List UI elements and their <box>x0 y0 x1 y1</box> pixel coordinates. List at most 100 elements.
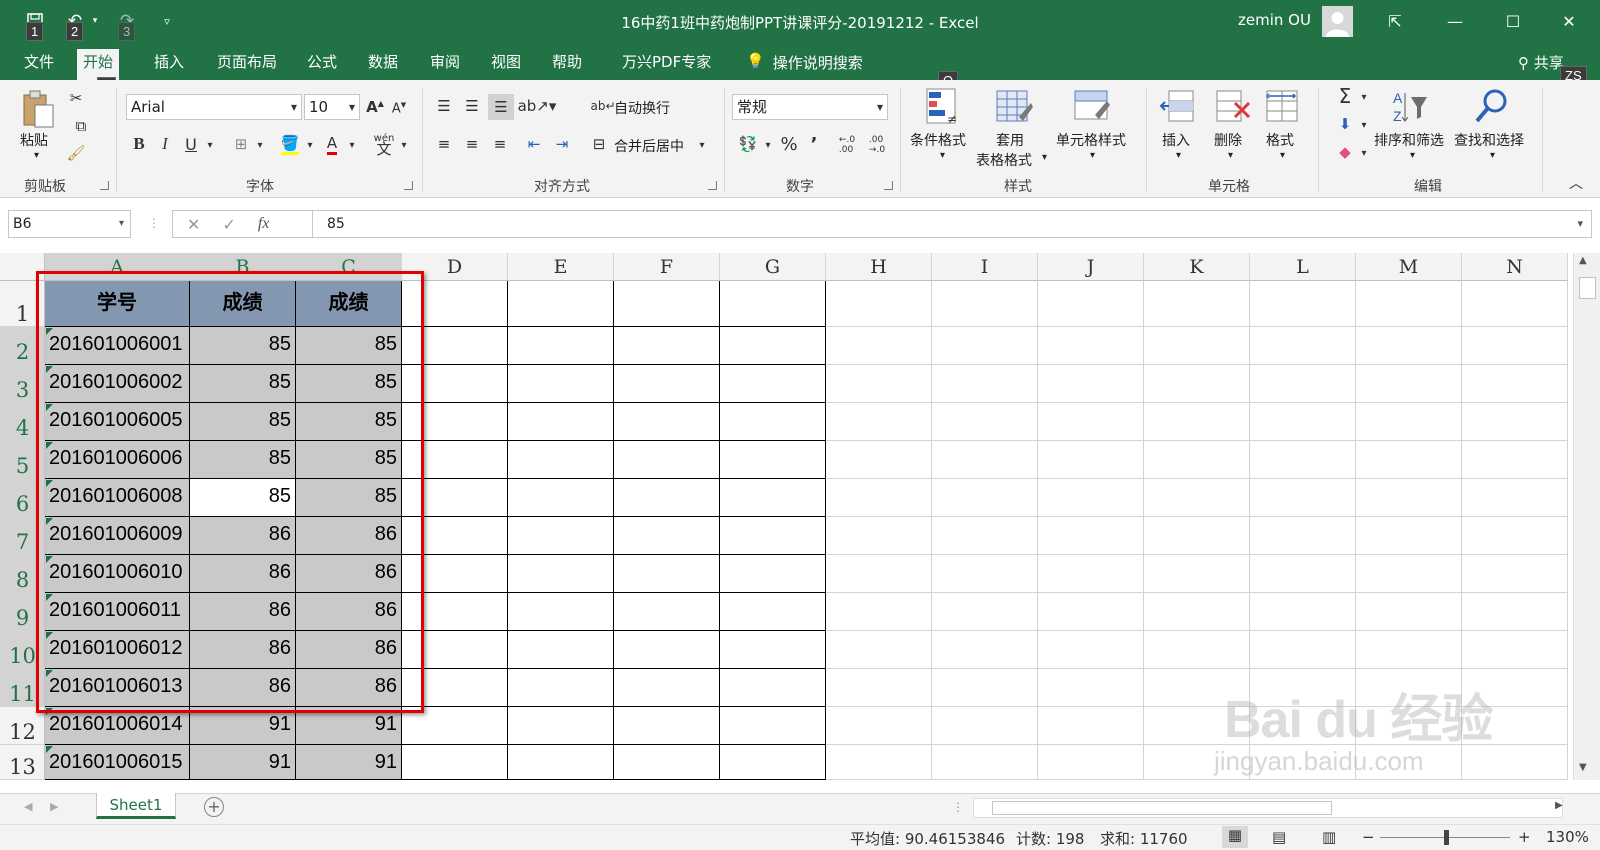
borders-dropdown[interactable]: ▾ <box>254 136 266 154</box>
column-header-d[interactable]: D <box>402 253 508 281</box>
prev-sheet-button[interactable]: ◀ <box>24 800 32 813</box>
avatar[interactable] <box>1322 6 1353 37</box>
cell-d10[interactable] <box>402 631 508 669</box>
customize-qat-button[interactable]: ▿ <box>154 8 180 34</box>
font-color-dropdown[interactable]: ▾ <box>346 136 358 154</box>
cell-h5[interactable] <box>826 441 932 479</box>
column-header-k[interactable]: K <box>1144 253 1250 281</box>
cell-m3[interactable] <box>1356 365 1462 403</box>
align-right-button[interactable]: ≡ <box>488 132 512 156</box>
phonetic-button[interactable]: wén 文 <box>370 130 398 158</box>
row-header[interactable]: 10 <box>0 631 45 669</box>
cell-g2[interactable] <box>720 327 826 365</box>
cell-c11[interactable]: 86 <box>296 669 402 707</box>
bold-button[interactable]: B <box>128 132 150 156</box>
cell-c5[interactable]: 85 <box>296 441 402 479</box>
column-header-g[interactable]: G <box>720 253 826 281</box>
redo-button[interactable]: ↷ 3 <box>114 8 140 41</box>
percent-button[interactable]: % <box>778 132 800 156</box>
row-header[interactable]: 8 <box>0 555 45 593</box>
cell-i3[interactable] <box>932 365 1038 403</box>
cell-c2[interactable]: 85 <box>296 327 402 365</box>
font-launcher[interactable] <box>404 181 413 190</box>
cell-k7[interactable] <box>1144 517 1250 555</box>
cell-c4[interactable]: 85 <box>296 403 402 441</box>
insert-cells-button[interactable]: 插入 <box>1162 130 1190 150</box>
cell-e5[interactable] <box>508 441 614 479</box>
tab-splitter[interactable]: ⋮ <box>952 800 964 814</box>
cell-h4[interactable] <box>826 403 932 441</box>
cell-g10[interactable] <box>720 631 826 669</box>
format-as-table-button-line1[interactable]: 套用 <box>996 130 1024 150</box>
column-header-f[interactable]: F <box>614 253 720 281</box>
orientation-button[interactable]: ab↗▾ <box>518 94 557 118</box>
cell-g12[interactable] <box>720 707 826 745</box>
row-header[interactable]: 12 <box>0 707 45 745</box>
cell-d4[interactable] <box>402 403 508 441</box>
expand-formula-icon[interactable]: ▾ <box>1577 211 1583 237</box>
cell-f11[interactable] <box>614 669 720 707</box>
cell-m8[interactable] <box>1356 555 1462 593</box>
cell-e8[interactable] <box>508 555 614 593</box>
cell-h13[interactable] <box>826 745 932 780</box>
user-name[interactable]: zemin OU <box>1238 11 1311 29</box>
cell-c12[interactable]: 91 <box>296 707 402 745</box>
cell-j12[interactable] <box>1038 707 1144 745</box>
cell-f6[interactable] <box>614 479 720 517</box>
zoom-in-button[interactable]: + <box>1518 828 1531 846</box>
merge-center-button[interactable]: 合并后居中 <box>614 136 684 156</box>
autosum-dropdown[interactable]: ▾ <box>1358 88 1370 106</box>
cell-l10[interactable] <box>1250 631 1356 669</box>
cell-g13[interactable] <box>720 745 826 780</box>
cell-h2[interactable] <box>826 327 932 365</box>
select-all-button[interactable] <box>0 253 45 281</box>
zoom-out-button[interactable]: − <box>1362 828 1375 846</box>
column-header-n[interactable]: N <box>1462 253 1568 281</box>
tab-file[interactable]: 文件F <box>18 52 60 102</box>
cell-j2[interactable] <box>1038 327 1144 365</box>
maximize-button[interactable]: ☐ <box>1490 6 1536 36</box>
decrease-font-button[interactable]: A▼ <box>388 98 410 120</box>
cell-d3[interactable] <box>402 365 508 403</box>
cell-g4[interactable] <box>720 403 826 441</box>
tab-home[interactable]: 开始H <box>77 49 120 96</box>
cell-m4[interactable] <box>1356 403 1462 441</box>
status-count[interactable]: 计数: 198 <box>1016 828 1084 849</box>
cell-d1[interactable] <box>402 281 508 327</box>
cell-c1[interactable]: 成绩 <box>296 281 402 327</box>
cell-g3[interactable] <box>720 365 826 403</box>
tab-page-layout[interactable]: 页面布局P <box>211 52 283 102</box>
cell-c7[interactable]: 86 <box>296 517 402 555</box>
cell-a12[interactable]: 201601006014 <box>45 707 190 745</box>
row-header[interactable]: 1 <box>0 281 45 327</box>
copy-button[interactable]: ⧉ <box>66 116 96 136</box>
cell-i12[interactable] <box>932 707 1038 745</box>
cell-d12[interactable] <box>402 707 508 745</box>
close-button[interactable]: ✕ <box>1546 6 1592 36</box>
cell-b12[interactable]: 91 <box>190 707 296 745</box>
cell-d6[interactable] <box>402 479 508 517</box>
zoom-slider-thumb[interactable] <box>1444 830 1449 845</box>
cell-f5[interactable] <box>614 441 720 479</box>
cell-h11[interactable] <box>826 669 932 707</box>
cell-c3[interactable]: 85 <box>296 365 402 403</box>
fill-color-button[interactable]: 🪣 <box>278 132 302 156</box>
insert-function-button[interactable]: fx <box>258 215 270 233</box>
enter-icon[interactable]: ✓ <box>222 215 235 234</box>
cell-k1[interactable] <box>1144 281 1250 327</box>
next-sheet-button[interactable]: ▶ <box>50 800 58 813</box>
cell-m2[interactable] <box>1356 327 1462 365</box>
cell-i8[interactable] <box>932 555 1038 593</box>
cell-e6[interactable] <box>508 479 614 517</box>
cell-n2[interactable] <box>1462 327 1568 365</box>
cell-n10[interactable] <box>1462 631 1568 669</box>
cell-l5[interactable] <box>1250 441 1356 479</box>
cell-f9[interactable] <box>614 593 720 631</box>
cell-k13[interactable] <box>1144 745 1250 780</box>
column-header-c[interactable]: C <box>296 253 402 281</box>
cell-m13[interactable] <box>1356 745 1462 780</box>
minimize-button[interactable]: — <box>1432 6 1478 36</box>
cell-m1[interactable] <box>1356 281 1462 327</box>
cell-e10[interactable] <box>508 631 614 669</box>
middle-align-button[interactable]: ☰ <box>460 94 484 118</box>
